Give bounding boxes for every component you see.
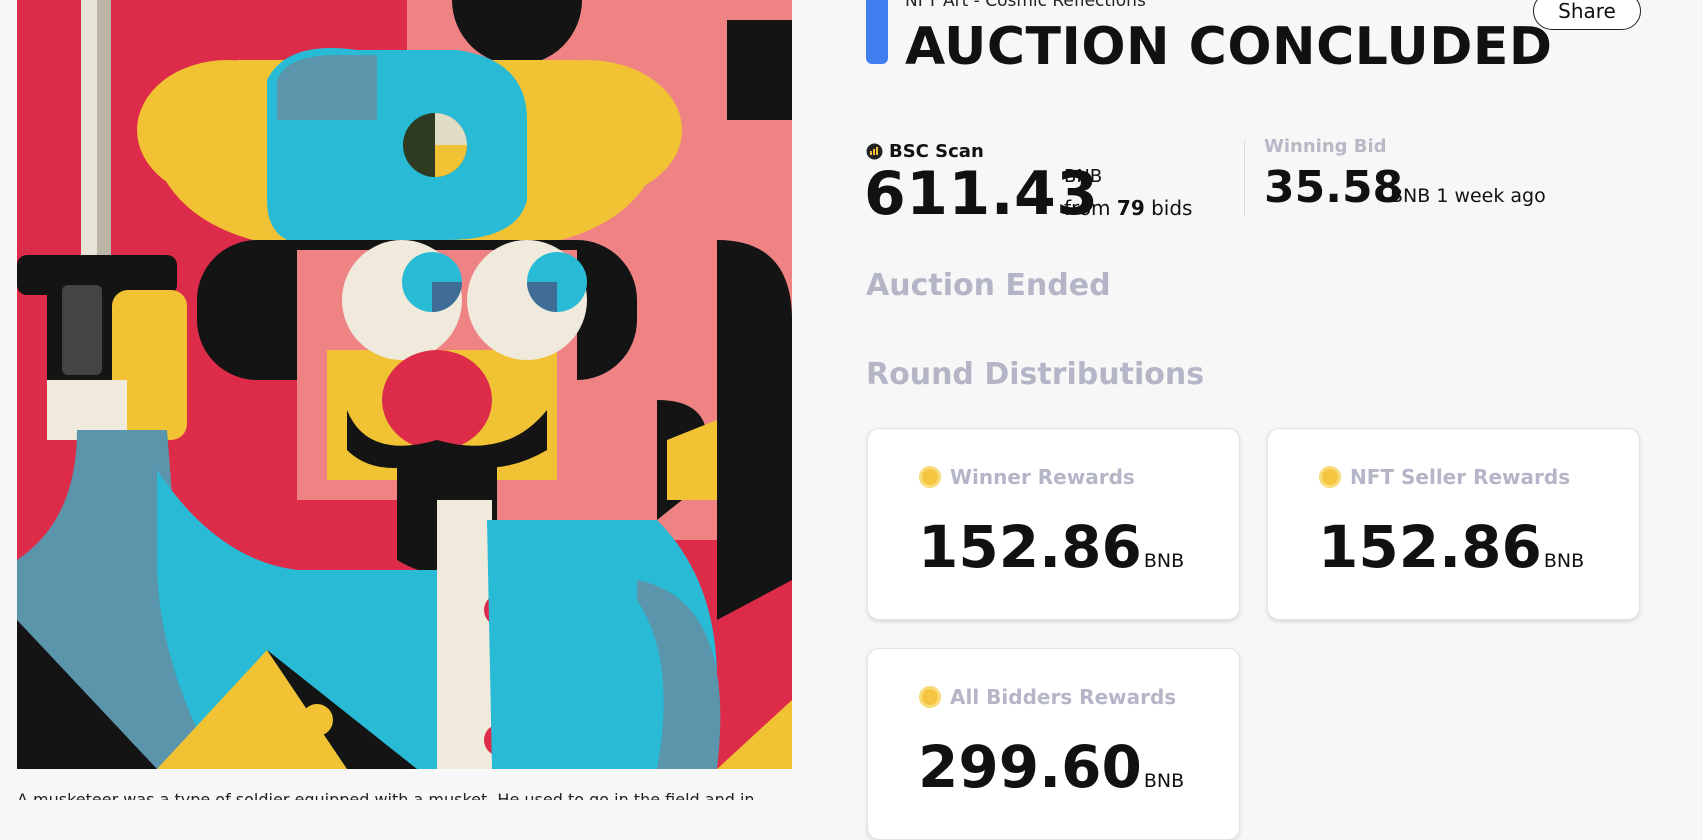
card-label-row: NFT Seller Rewards: [1319, 465, 1570, 489]
auction-status: Auction Ended: [866, 268, 1111, 303]
bid-count-suffix: bids: [1151, 196, 1193, 220]
musketeer-illustration: [17, 0, 792, 769]
all-bidders-rewards-card: All Bidders Rewards 299.60 BNB: [867, 648, 1240, 840]
stats-divider: [1244, 140, 1245, 216]
reward-amount: 152.86: [918, 513, 1142, 581]
nft-artwork: [17, 0, 792, 769]
reward-unit: BNB: [1143, 550, 1185, 572]
winning-bid-meta: BNB 1 week ago: [1390, 185, 1546, 207]
coin-icon: [919, 466, 941, 488]
winner-rewards-card: Winner Rewards 152.86 BNB: [867, 428, 1240, 620]
card-label: NFT Seller Rewards: [1350, 465, 1571, 489]
bid-count: 79: [1116, 196, 1145, 220]
coin-icon: [919, 686, 941, 708]
coin-icon: [1319, 466, 1341, 488]
reward-unit: BNB: [1543, 550, 1585, 572]
card-value: 299.60 BNB: [918, 733, 1184, 815]
page-title: AUCTION CONCLUDED: [905, 17, 1553, 77]
card-value: 152.86 BNB: [918, 513, 1184, 595]
title-accent-bar: [866, 0, 888, 64]
card-label-row: All Bidders Rewards: [919, 685, 1176, 709]
share-button[interactable]: Share: [1533, 0, 1641, 30]
nft-seller-rewards-card: NFT Seller Rewards 152.86 BNB: [1267, 428, 1640, 620]
total-bid-unit: BNB: [1064, 166, 1103, 187]
reward-amount: 299.60: [918, 733, 1142, 801]
card-label-row: Winner Rewards: [919, 465, 1135, 489]
reward-unit: BNB: [1143, 770, 1185, 792]
winning-bid-label: Winning Bid: [1264, 136, 1387, 157]
winning-bid-value: 35.58: [1264, 162, 1404, 213]
card-label: All Bidders Rewards: [950, 685, 1177, 709]
card-label: Winner Rewards: [950, 465, 1135, 489]
reward-amount: 152.86: [1318, 513, 1542, 581]
bid-count-text: from 79 bids: [1064, 196, 1192, 220]
nft-description: A musketeer was a type of soldier equipp…: [17, 790, 755, 800]
bid-count-prefix: from: [1064, 196, 1111, 220]
round-distributions-heading: Round Distributions: [866, 357, 1205, 392]
card-value: 152.86 BNB: [1318, 513, 1584, 595]
nft-subtitle: NFT Art - Cosmic Reflections: [905, 0, 1146, 11]
